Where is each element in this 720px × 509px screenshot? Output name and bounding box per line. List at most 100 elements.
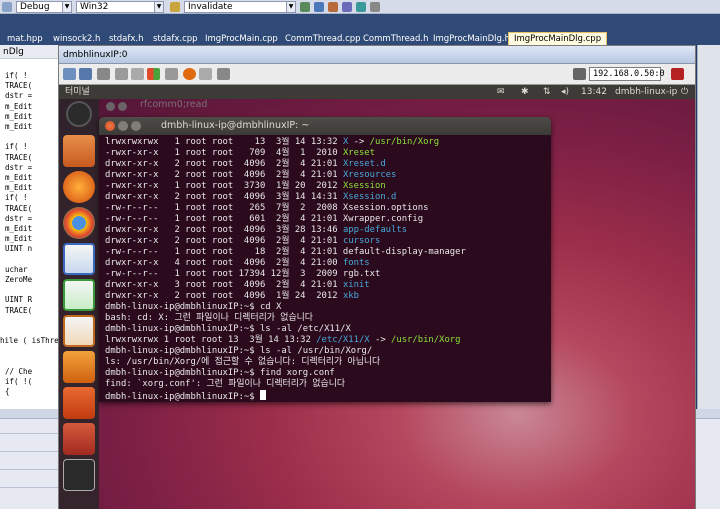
chevron-down-icon: ▼ — [62, 1, 71, 12]
terminal-text: lrwxrwxrwx 1 root root 13 3월 14 13:32 — [105, 137, 343, 147]
connect-icon[interactable] — [79, 68, 92, 80]
terminal-text: /etc/X11/X — [316, 335, 370, 345]
terminal-line: drwxr-xr-x 4 root root 4096 2월 4 21:00 f… — [105, 258, 545, 269]
panel-app-title: 터미널 — [65, 87, 90, 97]
terminal-line: -rwxr-xr-x 1 root root 709 4월 1 2010 Xre… — [105, 148, 545, 159]
stop-icon[interactable] — [183, 68, 196, 80]
code-line: m_Edit — [5, 183, 33, 193]
terminal-line: drwxr-xr-x 2 root root 4096 2월 4 21:01 c… — [105, 236, 545, 247]
keyboard-icon[interactable]: ✉ — [497, 85, 505, 99]
calc-icon[interactable] — [63, 279, 95, 311]
terminal-text: dmbh-linux-ip@dmbhlinuxIP:~$ cd X — [105, 302, 282, 312]
power-icon[interactable]: ⏻ — [681, 85, 688, 99]
editor-right-panel — [697, 45, 720, 409]
hostname[interactable]: dmbh-linux-ip — [615, 85, 677, 99]
code-line: if( ! — [5, 142, 28, 152]
code-editor[interactable]: if( ! TRACE(dstr = m_Edit m_Edit m_Edit if( !… — [0, 45, 60, 409]
toolbar-icon-d[interactable] — [342, 1, 352, 12]
minimize-icon[interactable] — [118, 121, 128, 131]
close-icon[interactable] — [105, 121, 115, 131]
output-row — [0, 469, 60, 470]
terminal-line: -rw-r--r-- 1 root root 601 2월 4 21:01 Xw… — [105, 214, 545, 225]
ip-address-input[interactable]: 192.168.0.50:0 — [589, 67, 665, 81]
writer-icon[interactable] — [63, 243, 95, 275]
tab-stdafx-cpp[interactable]: stdafx.cpp — [148, 33, 203, 45]
volume-icon[interactable]: ◂) — [561, 85, 569, 99]
terminal-icon[interactable] — [63, 459, 95, 491]
clock[interactable]: 13:42 — [581, 85, 607, 99]
dash-icon[interactable] — [66, 101, 92, 127]
tab-mat-hpp[interactable]: mat.hpp — [2, 33, 48, 45]
close-icon[interactable] — [106, 102, 115, 111]
tab-winsock2-h[interactable]: winsock2.h — [48, 33, 105, 45]
viewer-title-bar[interactable]: dmbhlinuxIP:0 — [59, 46, 695, 64]
debug-icon[interactable] — [2, 1, 12, 12]
terminal-text: -> — [369, 335, 392, 345]
terminal-text: Xresources — [342, 170, 397, 180]
disconnect-icon[interactable] — [573, 68, 586, 80]
toolbar-icon-c[interactable] — [328, 1, 338, 12]
tab-stdafx-h[interactable]: stdafx.h — [104, 33, 148, 45]
output-row — [0, 433, 60, 434]
terminal-text: -rw-r--r-- 1 root root 18 2월 4 21:01 def… — [105, 247, 466, 257]
minimize-icon[interactable] — [118, 102, 127, 111]
files-icon[interactable] — [63, 135, 95, 167]
platform-dropdown[interactable]: Win32 ▼ — [76, 0, 164, 13]
terminal-text: -rw-r--r-- 1 root root 265 7월 2 2008 Xse… — [105, 203, 429, 213]
clipboard-icon[interactable] — [115, 68, 128, 80]
terminal-line: drwxr-xr-x 2 root root 4096 3월 28 13:46 … — [105, 225, 545, 236]
terminal-text: ls: /usr/bin/Xorg/에 접근할 수 없습니다: 디렉터리가 아닙… — [105, 357, 381, 367]
toolbar-icon-b[interactable] — [314, 1, 324, 12]
tab-commthread-cpp[interactable]: CommThread.cpp — [280, 33, 366, 45]
tab-imgprocmaindlg-h[interactable]: ImgProcMainDlg.h — [428, 33, 515, 45]
code-line: TRACE( — [5, 81, 33, 91]
fullscreen-icon[interactable] — [217, 68, 230, 80]
bluetooth-icon[interactable]: ✱ — [521, 85, 529, 99]
code-line: m_Edit — [5, 122, 33, 131]
maximize-icon[interactable] — [131, 121, 141, 131]
windows-icon[interactable] — [147, 68, 160, 80]
terminal-text: Xsession.d — [342, 192, 397, 202]
function-dropdown[interactable]: Invalidate ▼ — [184, 0, 296, 13]
terminal-line: dmbh-linux-ip@dmbhlinuxIP:~$ cd X — [105, 302, 545, 313]
ubuntu-one-icon[interactable] — [63, 387, 95, 419]
terminal-text: drwxr-xr-x 2 root root 4096 2월 4 21:01 — [105, 170, 343, 180]
code-line: m_Edit — [5, 234, 33, 244]
code-line: TRACE( — [5, 152, 33, 162]
chrome-icon[interactable] — [63, 207, 95, 239]
toolbar-icon-f[interactable] — [370, 1, 380, 12]
toolbar-icon-e[interactable] — [356, 1, 366, 12]
terminal-text: drwxr-xr-x 2 root root 4096 2월 4 21:01 — [105, 236, 343, 246]
chevron-down-icon: ▼ — [286, 1, 295, 12]
terminal-text: drwxr-xr-x 2 root root 4096 3월 28 13:46 — [105, 225, 343, 235]
terminal-output[interactable]: lrwxrwxrwx 1 root root 13 3월 14 13:32 X … — [105, 137, 545, 401]
terminal-text: /usr/bin/Xorg — [369, 137, 440, 147]
firefox-icon[interactable] — [63, 171, 95, 203]
find-icon[interactable] — [170, 1, 180, 12]
terminal-line: lrwxrwxrwx 1 root root 13 3월 14 13:32 X … — [105, 137, 545, 148]
code-line: dstr = — [5, 213, 33, 223]
toolbar-icon-a[interactable] — [300, 1, 310, 12]
tab-imgprocmaindlg-cpp[interactable]: ImgProcMainDlg.cpp — [508, 32, 608, 45]
impress-icon[interactable] — [63, 315, 95, 347]
close-connection-icon[interactable] — [671, 68, 684, 80]
terminal-title-bar[interactable]: dmbh-linux-ip@dmbhlinuxIP: ~ — [99, 117, 551, 135]
terminal-text: -> — [348, 137, 370, 147]
terminal-text: Xsession — [342, 181, 386, 191]
output-row — [0, 451, 60, 452]
tools-icon[interactable] — [97, 68, 110, 80]
terminal-window[interactable]: dmbh-linux-ip@dmbhlinuxIP: ~ lrwxrwxrwx … — [99, 117, 551, 402]
refresh-icon[interactable] — [165, 68, 178, 80]
code-line: dstr = — [5, 162, 33, 172]
ctrl-alt-del-icon[interactable] — [131, 68, 144, 80]
config-dropdown[interactable]: Debug ▼ — [16, 0, 72, 13]
info-icon[interactable] — [199, 68, 212, 80]
function-value: Invalidate — [188, 1, 233, 12]
options-icon[interactable] — [63, 68, 76, 80]
software-center-icon[interactable] — [63, 351, 95, 383]
network-icon[interactable]: ⇅ — [543, 85, 551, 99]
tab-commthread-h[interactable]: CommThread.h — [358, 33, 434, 45]
tab-imgprocmain-cpp[interactable]: ImgProcMain.cpp — [200, 33, 283, 45]
settings-icon[interactable] — [63, 423, 95, 455]
viewer-toolbar: 192.168.0.50:0 — [59, 64, 695, 85]
